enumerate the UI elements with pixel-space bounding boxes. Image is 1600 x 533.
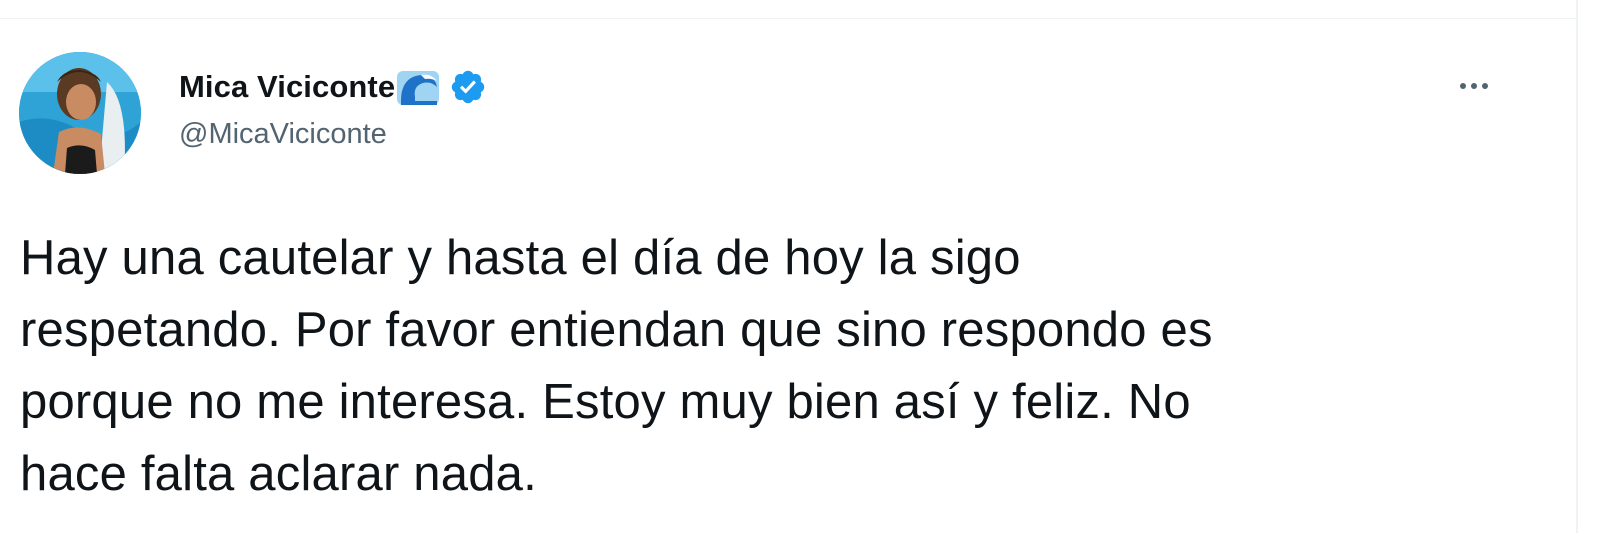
author-name-row[interactable]: Mica Viciconte — [179, 64, 487, 110]
right-divider — [1576, 0, 1578, 533]
wave-icon — [397, 67, 443, 107]
author-handle[interactable]: @MicaViciconte — [179, 118, 387, 151]
tweet-text: Hay una cautelar y hasta el día de hoy l… — [20, 222, 1520, 510]
avatar-image — [19, 52, 141, 174]
verified-badge-icon[interactable] — [449, 68, 487, 106]
author-display-name[interactable]: Mica Viciconte — [179, 69, 395, 105]
tweet-text-line: Hay una cautelar y hasta el día de hoy l… — [20, 231, 1021, 285]
tweet-text-line: hace falta aclarar nada. — [20, 447, 537, 501]
tweet-card: Mica Viciconte @MicaViciconte Hay una ca… — [0, 0, 1600, 533]
more-dots-icon — [1482, 83, 1488, 89]
more-dots-icon — [1460, 83, 1466, 89]
avatar[interactable] — [19, 52, 141, 174]
tweet-text-line: respetando. Por favor entiendan que sino… — [20, 303, 1213, 357]
tweet-text-line: porque no me interesa. Estoy muy bien as… — [20, 375, 1191, 429]
more-options-button[interactable] — [1450, 68, 1498, 104]
more-dots-icon — [1471, 83, 1477, 89]
top-divider — [0, 18, 1576, 19]
